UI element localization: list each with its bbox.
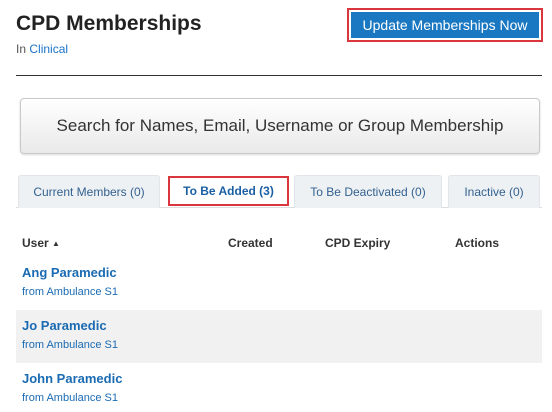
sort-ascending-icon: ▲	[52, 239, 60, 248]
tab-current-members[interactable]: Current Members (0)	[18, 175, 160, 208]
column-header-user[interactable]: User ▲	[22, 236, 60, 250]
tab-to-be-added[interactable]: To Be Added (3)	[168, 176, 289, 206]
tab-label: To Be Added (3)	[183, 184, 274, 198]
user-name-link[interactable]: Ang Paramedic	[22, 265, 117, 280]
search-membership-button[interactable]: Search for Names, Email, Username or Gro…	[20, 98, 540, 154]
column-label: User	[22, 236, 49, 250]
context-prefix: In	[16, 42, 27, 56]
tab-to-be-deactivated[interactable]: To Be Deactivated (0)	[294, 175, 442, 208]
table-row: Ang Paramedic from Ambulance S1	[16, 257, 542, 310]
membership-tabs: Current Members (0) To Be Added (3) To B…	[16, 175, 542, 208]
context-line: In Clinical	[16, 42, 68, 56]
column-header-actions: Actions	[455, 236, 500, 250]
tab-inactive[interactable]: Inactive (0)	[448, 175, 540, 208]
tab-label: Current Members (0)	[33, 185, 145, 199]
user-name-link[interactable]: Jo Paramedic	[22, 318, 107, 333]
search-label: Search for Names, Email, Username or Gro…	[56, 116, 504, 135]
page-title: CPD Memberships	[16, 12, 202, 35]
table-row: John Paramedic from Ambulance S1	[16, 363, 542, 412]
tab-label: Inactive (0)	[464, 185, 524, 199]
user-name-link[interactable]: John Paramedic	[22, 371, 122, 386]
header-divider	[16, 75, 542, 76]
update-memberships-button[interactable]: Update Memberships Now	[351, 12, 539, 38]
tab-label: To Be Deactivated (0)	[310, 185, 426, 199]
user-source-link[interactable]: from Ambulance S1	[22, 392, 118, 404]
user-source-link[interactable]: from Ambulance S1	[22, 339, 118, 351]
column-header-created: Created	[228, 236, 273, 250]
context-link-clinical[interactable]: Clinical	[29, 42, 68, 56]
update-button-highlight: Update Memberships Now	[347, 8, 543, 42]
table-row: Jo Paramedic from Ambulance S1	[16, 310, 542, 363]
column-header-cpd-expiry: CPD Expiry	[325, 236, 391, 250]
user-source-link[interactable]: from Ambulance S1	[22, 286, 118, 298]
